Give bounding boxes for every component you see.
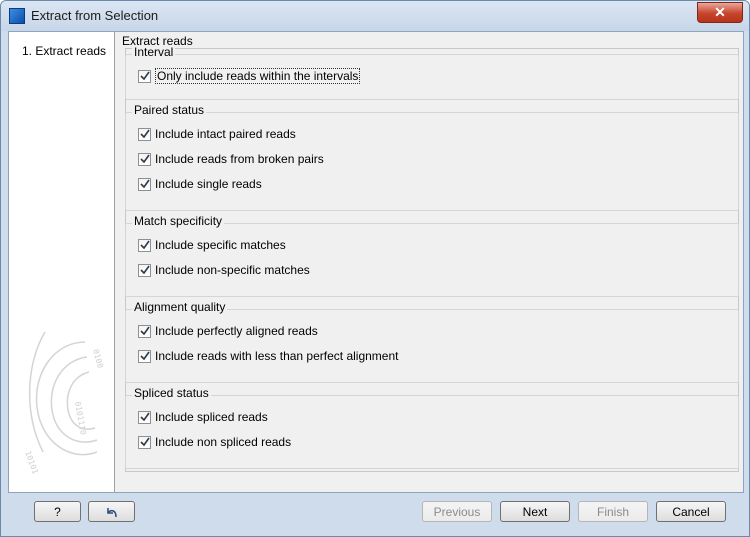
checkbox[interactable] bbox=[138, 69, 151, 83]
group-match-specificity-label: Match specificity bbox=[132, 214, 225, 228]
checkbox[interactable] bbox=[138, 435, 151, 449]
svg-text:0101110: 0101110 bbox=[73, 401, 88, 436]
watermark-logo: 0100 0101110 10101 bbox=[23, 331, 105, 476]
option-label: Include non-specific matches bbox=[155, 263, 310, 277]
option-only-within-intervals[interactable]: Only include reads within the intervals bbox=[138, 68, 361, 84]
option-less-than-perfect[interactable]: Include reads with less than perfect ali… bbox=[138, 348, 398, 364]
finish-button[interactable]: Finish bbox=[578, 501, 648, 522]
check-icon bbox=[140, 129, 150, 138]
window-title: Extract from Selection bbox=[31, 8, 159, 23]
close-button[interactable]: ✕ bbox=[697, 2, 743, 23]
option-non-spliced-reads[interactable]: Include non spliced reads bbox=[138, 434, 291, 450]
check-icon bbox=[140, 412, 150, 421]
group-interval-label: Interval bbox=[132, 45, 176, 59]
check-icon bbox=[140, 179, 150, 188]
option-non-specific-matches[interactable]: Include non-specific matches bbox=[138, 262, 310, 278]
check-icon bbox=[140, 265, 150, 274]
dialog-window: Extract from Selection ✕ 1. Extract read… bbox=[0, 0, 750, 537]
option-intact-paired[interactable]: Include intact paired reads bbox=[138, 126, 296, 142]
option-single-reads[interactable]: Include single reads bbox=[138, 176, 262, 192]
option-label: Include reads from broken pairs bbox=[155, 152, 324, 166]
check-icon bbox=[140, 351, 150, 360]
checkbox[interactable] bbox=[138, 127, 151, 141]
checkbox[interactable] bbox=[138, 263, 151, 277]
check-icon bbox=[140, 154, 150, 163]
group-paired-status-label: Paired status bbox=[132, 103, 207, 117]
content-pane: Extract reads Interval Only include read… bbox=[117, 32, 743, 492]
title-bar[interactable]: Extract from Selection ✕ bbox=[1, 1, 749, 31]
check-icon bbox=[140, 240, 150, 249]
option-label: Include single reads bbox=[155, 177, 262, 191]
button-bar: ? Previous Next Finish Cancel bbox=[8, 492, 742, 536]
checkbox[interactable] bbox=[138, 238, 151, 252]
group-match-specificity: Match specificity Include specific match… bbox=[125, 214, 739, 297]
check-icon bbox=[140, 326, 150, 335]
group-spliced-status: Spliced status Include spliced reads Inc… bbox=[125, 386, 739, 469]
previous-button[interactable]: Previous bbox=[422, 501, 492, 522]
option-label: Only include reads within the intervals bbox=[155, 68, 361, 84]
help-button[interactable]: ? bbox=[34, 501, 81, 522]
svg-text:0100: 0100 bbox=[91, 348, 105, 369]
checkbox[interactable] bbox=[138, 349, 151, 363]
group-spliced-status-label: Spliced status bbox=[132, 386, 211, 400]
option-spliced-reads[interactable]: Include spliced reads bbox=[138, 409, 268, 425]
cancel-button[interactable]: Cancel bbox=[656, 501, 726, 522]
option-label: Include perfectly aligned reads bbox=[155, 324, 318, 338]
option-label: Include non spliced reads bbox=[155, 435, 292, 449]
option-label: Include reads with less than perfect ali… bbox=[155, 349, 399, 363]
checkbox[interactable] bbox=[138, 324, 151, 338]
wizard-steps-sidebar: 1. Extract reads 0100 0101110 10101 bbox=[9, 32, 115, 492]
option-label: Include specific matches bbox=[155, 238, 286, 252]
check-icon bbox=[140, 71, 150, 80]
group-interval: Interval Only include reads within the i… bbox=[125, 45, 739, 100]
reset-button[interactable] bbox=[88, 501, 135, 522]
undo-arrow-icon bbox=[106, 508, 117, 518]
checkbox[interactable] bbox=[138, 152, 151, 166]
option-label: Include spliced reads bbox=[155, 410, 268, 424]
option-label: Include intact paired reads bbox=[155, 127, 296, 141]
dialog-body: 1. Extract reads 0100 0101110 10101 Extr… bbox=[8, 31, 744, 493]
option-broken-pairs[interactable]: Include reads from broken pairs bbox=[138, 151, 324, 167]
option-specific-matches[interactable]: Include specific matches bbox=[138, 237, 286, 253]
group-alignment-quality: Alignment quality Include perfectly alig… bbox=[125, 300, 739, 383]
group-paired-status: Paired status Include intact paired read… bbox=[125, 103, 739, 211]
check-icon bbox=[140, 437, 150, 446]
next-button[interactable]: Next bbox=[500, 501, 570, 522]
option-perfectly-aligned[interactable]: Include perfectly aligned reads bbox=[138, 323, 318, 339]
app-icon bbox=[9, 8, 25, 24]
checkbox[interactable] bbox=[138, 410, 151, 424]
checkbox[interactable] bbox=[138, 177, 151, 191]
svg-text:10101: 10101 bbox=[23, 450, 40, 476]
group-alignment-quality-label: Alignment quality bbox=[132, 300, 228, 314]
step-extract-reads[interactable]: 1. Extract reads bbox=[22, 44, 106, 58]
